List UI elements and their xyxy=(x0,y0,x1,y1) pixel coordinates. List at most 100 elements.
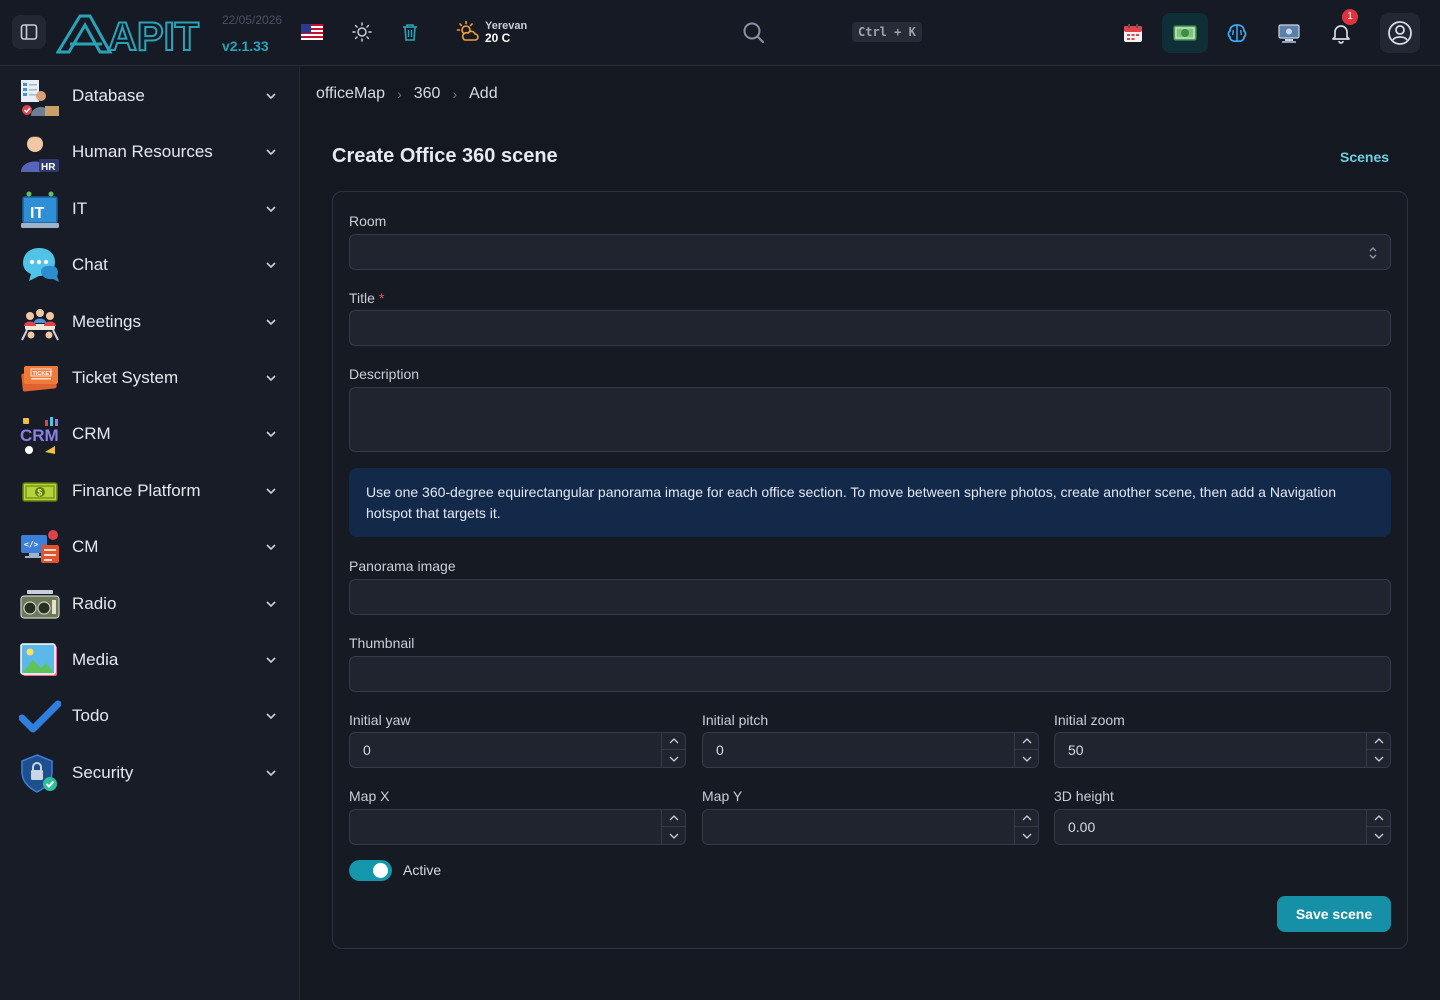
breadcrumb-officemap-link[interactable]: officeMap xyxy=(316,85,385,103)
sidebar-toggle-icon xyxy=(20,24,38,40)
language-us-flag-icon[interactable] xyxy=(299,19,325,45)
sidebar-item-label: Database xyxy=(72,86,145,105)
sidebar-item-label: Ticket System xyxy=(72,368,179,387)
sidebar-item-label: Security xyxy=(72,763,134,782)
number-spinner xyxy=(1366,733,1390,767)
initial-pitch-input[interactable]: 0 xyxy=(702,732,1039,768)
spin-up-button[interactable] xyxy=(1015,810,1038,827)
notification-badge: 1 xyxy=(1342,9,1358,25)
sidebar-item-human-resources[interactable]: HR Human Resources xyxy=(0,126,300,178)
sidebar-item-chat[interactable]: Chat xyxy=(0,239,300,291)
notifications-button[interactable]: 1 xyxy=(1318,9,1364,53)
hr-icon: HR xyxy=(21,136,59,173)
number-spinner xyxy=(1366,810,1390,844)
meetings-icon xyxy=(21,309,59,341)
page-title: Create Office 360 scene xyxy=(332,145,558,167)
finance-money-button[interactable] xyxy=(1162,13,1208,53)
sidebar-item-cm[interactable]: </> CM xyxy=(0,521,300,573)
sidebar-item-media[interactable]: Media xyxy=(0,634,300,686)
spin-down-button[interactable] xyxy=(662,750,685,767)
chevron-down-icon xyxy=(266,601,276,608)
room-select[interactable] xyxy=(349,234,1391,270)
initial-yaw-input[interactable]: 0 xyxy=(349,732,686,768)
theme-sun-icon[interactable] xyxy=(349,19,375,45)
sidebar-item-security[interactable]: Security xyxy=(0,747,300,799)
thumbnail-file-input[interactable] xyxy=(349,656,1391,692)
svg-text:$: $ xyxy=(37,488,42,498)
description-textarea[interactable] xyxy=(349,387,1391,452)
initial-pitch-label: Initial pitch xyxy=(702,712,769,728)
app-logo[interactable]: APIT xyxy=(56,12,216,54)
sidebar-item-ticket-system[interactable]: TICKET Ticket System xyxy=(0,352,300,404)
sidebar-item-crm[interactable]: CRM CRM xyxy=(0,408,300,460)
chevron-down-icon xyxy=(1374,833,1383,839)
chevron-up-icon xyxy=(1022,738,1031,744)
spin-down-button[interactable] xyxy=(1367,827,1390,844)
sidebar-item-label: CM xyxy=(72,537,99,556)
spin-down-button[interactable] xyxy=(1367,750,1390,767)
weather-widget[interactable]: Yerevan 20 C xyxy=(456,20,546,46)
sidebar-item-it[interactable]: IT IT xyxy=(0,183,300,235)
sidebar-item-label: CRM xyxy=(72,424,111,443)
spin-down-button[interactable] xyxy=(1015,827,1038,844)
room-label: Room xyxy=(349,213,387,229)
sidebar-item-label: Finance Platform xyxy=(72,481,201,500)
trash-icon[interactable] xyxy=(397,19,423,45)
sidebar-item-label: Chat xyxy=(72,255,108,274)
monitor-icon xyxy=(1278,24,1300,43)
breadcrumb-separator-icon: › xyxy=(452,86,458,102)
panorama-file-input[interactable] xyxy=(349,579,1391,615)
chevron-up-icon xyxy=(1374,738,1383,744)
save-scene-button[interactable]: Save scene xyxy=(1277,896,1391,932)
number-spinner xyxy=(661,733,685,767)
app-version: v2.1.33 xyxy=(222,38,269,54)
sidebar-item-radio[interactable]: Radio xyxy=(0,578,300,630)
active-toggle[interactable] xyxy=(349,860,392,881)
spin-up-button[interactable] xyxy=(662,733,685,750)
user-menu-button[interactable] xyxy=(1380,13,1420,53)
spin-down-button[interactable] xyxy=(662,827,685,844)
height-3d-input[interactable]: 0.00 xyxy=(1054,809,1391,845)
initial-zoom-label: Initial zoom xyxy=(1054,712,1125,728)
chevron-down-icon xyxy=(266,713,276,720)
sidebar-item-label: IT xyxy=(72,199,88,218)
chevron-up-icon xyxy=(1374,815,1383,821)
search-icon[interactable] xyxy=(741,20,767,46)
ai-brain-button[interactable] xyxy=(1214,13,1260,53)
brain-icon xyxy=(1227,24,1247,43)
height-3d-value: 0.00 xyxy=(1068,819,1096,835)
breadcrumb-360-link[interactable]: 360 xyxy=(414,85,441,103)
spin-up-button[interactable] xyxy=(1015,733,1038,750)
sidebar-item-database[interactable]: Database xyxy=(0,70,300,122)
calendar-button[interactable] xyxy=(1110,13,1156,53)
title-input[interactable] xyxy=(349,310,1391,346)
breadcrumb-current: Add xyxy=(469,85,498,102)
spin-down-button[interactable] xyxy=(1015,750,1038,767)
svg-text:</>: </> xyxy=(24,540,39,549)
sidebar-item-finance-platform[interactable]: $ Finance Platform xyxy=(0,465,300,517)
spin-up-button[interactable] xyxy=(1367,733,1390,750)
workstation-button[interactable] xyxy=(1266,13,1312,53)
sidebar-item-meetings[interactable]: Meetings xyxy=(0,296,300,348)
chevron-down-icon xyxy=(1022,833,1031,839)
calendar-icon xyxy=(1124,24,1142,42)
sidebar-item-todo[interactable]: Todo xyxy=(0,690,300,742)
sidebar-toggle-button[interactable] xyxy=(12,15,46,49)
chevron-down-icon xyxy=(266,488,276,495)
radio-icon xyxy=(20,590,60,619)
map-x-input[interactable] xyxy=(349,809,686,845)
it-laptop-icon: IT xyxy=(21,191,59,228)
initial-yaw-label: Initial yaw xyxy=(349,712,411,728)
spin-up-button[interactable] xyxy=(662,810,685,827)
chevron-down-icon xyxy=(266,93,276,100)
scenes-link[interactable]: Scenes xyxy=(1340,149,1389,165)
number-spinner xyxy=(1014,733,1038,767)
picture-icon xyxy=(20,643,57,676)
sidebar-item-label: Human Resources xyxy=(72,142,213,161)
map-x-label: Map X xyxy=(349,788,390,804)
chevron-up-icon xyxy=(669,738,678,744)
initial-zoom-input[interactable]: 50 xyxy=(1054,732,1391,768)
spin-up-button[interactable] xyxy=(1367,810,1390,827)
map-y-input[interactable] xyxy=(702,809,1039,845)
chevron-down-icon xyxy=(266,770,276,777)
